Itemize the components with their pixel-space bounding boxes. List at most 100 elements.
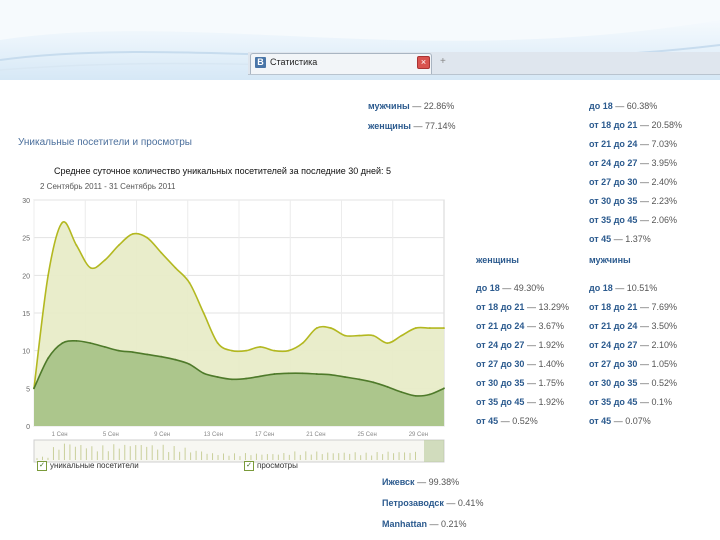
visitors-point (132, 351, 134, 354)
visitors-point (414, 394, 417, 397)
views-point (287, 349, 290, 352)
stat-key: от 35 до 45 (476, 397, 525, 407)
women-age-row: до 18 — 49.30% (476, 283, 544, 293)
views-point (117, 244, 120, 247)
stat-value: — 1.92% (526, 340, 564, 350)
visitors-point (117, 349, 120, 352)
stat-key: до 18 (589, 283, 613, 293)
city-row: Ижевск — 99.38% (382, 477, 459, 487)
views-point (414, 327, 417, 329)
women-age-row: от 18 до 21 — 13.29% (476, 302, 569, 312)
stat-key: Manhattan (382, 519, 427, 529)
stat-value: — 3.50% (639, 321, 677, 331)
visitors-point (245, 377, 247, 380)
views-point (146, 236, 149, 239)
stat-key: от 27 до 30 (589, 177, 638, 187)
views-point (259, 346, 262, 348)
stat-men-total: мужчины — 22.86% (368, 101, 454, 111)
men-age-row: от 24 до 27 — 2.10% (589, 340, 677, 350)
views-point (89, 266, 92, 269)
age-all-row: от 18 до 21 — 20.58% (589, 120, 682, 130)
views-point (344, 334, 346, 337)
legend-views-checkbox[interactable]: ✓ (244, 461, 254, 471)
tab-close-icon[interactable]: × (417, 56, 430, 69)
visitors-point (89, 342, 92, 345)
views-point (400, 334, 403, 337)
y-tick-label: 0 (26, 424, 30, 431)
men-age-row: от 45 — 0.07% (589, 416, 651, 426)
visitors-point (386, 385, 389, 388)
stat-value: — 20.58% (639, 120, 682, 130)
stat-value: — 60.38% (615, 101, 658, 111)
y-tick-label: 15 (22, 311, 30, 318)
views-point (329, 327, 332, 329)
views-point (301, 342, 304, 345)
visitors-point (315, 373, 318, 375)
women-age-row: от 27 до 30 — 1.40% (476, 359, 564, 369)
age-all-row: до 18 — 60.38% (589, 101, 657, 111)
views-point (273, 349, 276, 352)
visitors-point (428, 393, 431, 396)
views-point (75, 244, 78, 247)
y-tick-label: 5 (26, 386, 30, 393)
stat-key: от 18 до 21 (476, 302, 525, 312)
views-point (132, 233, 134, 235)
x-tick-label: 5 Сен (103, 432, 119, 438)
stat-key: от 30 до 35 (476, 378, 525, 388)
stat-value: — 2.40% (639, 177, 677, 187)
stat-value: — 13.29% (526, 302, 569, 312)
views-point (188, 281, 191, 284)
stat-key: от 45 (476, 416, 499, 426)
stat-key: Ижевск (382, 477, 415, 487)
visitors-point (358, 378, 361, 381)
visitors-point (400, 391, 403, 393)
x-tick-label: 13 Сен (204, 432, 223, 438)
stat-key: от 24 до 27 (589, 340, 638, 350)
stat-key: от 45 (589, 234, 612, 244)
views-point (160, 251, 163, 254)
stat-key: от 30 до 35 (589, 378, 638, 388)
stat-key: до 18 (589, 101, 613, 111)
visitors-point (287, 372, 290, 375)
visitors-point (259, 375, 262, 378)
city-row: Петрозаводск — 0.41% (382, 498, 483, 508)
legend-visitors-checkbox[interactable]: ✓ (37, 461, 47, 471)
age-all-row: от 27 до 30 — 2.40% (589, 177, 677, 187)
stat-key: от 45 (589, 416, 612, 426)
stat-value: — 49.30% (502, 283, 545, 293)
stat-key: от 35 до 45 (589, 215, 638, 225)
stat-value: — 1.75% (526, 378, 564, 388)
views-point (61, 221, 64, 224)
stat-value: — 0.1% (639, 397, 672, 407)
stat-value: — 1.40% (526, 359, 564, 369)
stat-value: — 3.67% (526, 321, 564, 331)
views-point (174, 266, 177, 269)
views-point (231, 349, 233, 352)
new-tab-button[interactable]: + (440, 56, 446, 67)
women-age-row: от 21 до 24 — 3.67% (476, 321, 564, 331)
views-point (47, 274, 50, 277)
chart-caption: Среднее суточное количество уникальных п… (54, 166, 392, 176)
stat-value: — 7.69% (639, 302, 677, 312)
stat-key: от 24 до 27 (476, 340, 525, 350)
panel-title: Уникальные посетители и просмотры (18, 137, 192, 148)
visitors-point (443, 387, 445, 390)
women-age-row: от 35 до 45 — 1.92% (476, 397, 564, 407)
views-point (428, 327, 431, 329)
stat-value: — 2.06% (639, 215, 677, 225)
age-all-row: от 35 до 45 — 2.06% (589, 215, 677, 225)
stat-key: от 30 до 35 (589, 196, 638, 206)
men-age-row: от 18 до 21 — 7.69% (589, 302, 677, 312)
visitors-point (231, 378, 233, 381)
stat-value: — 10.51% (615, 283, 658, 293)
visitors-point (216, 376, 219, 378)
stat-key: от 27 до 30 (476, 359, 525, 369)
men-age-row: от 21 до 24 — 3.50% (589, 321, 677, 331)
visitors-point (273, 373, 276, 375)
vk-favicon-icon: В (255, 57, 266, 68)
visitors-point (202, 372, 205, 375)
x-tick-label: 25 Сен (357, 432, 376, 438)
stat-key: от 24 до 27 (589, 158, 638, 168)
stat-value: — 0.07% (613, 416, 651, 426)
women-age-row: от 45 — 0.52% (476, 416, 538, 426)
